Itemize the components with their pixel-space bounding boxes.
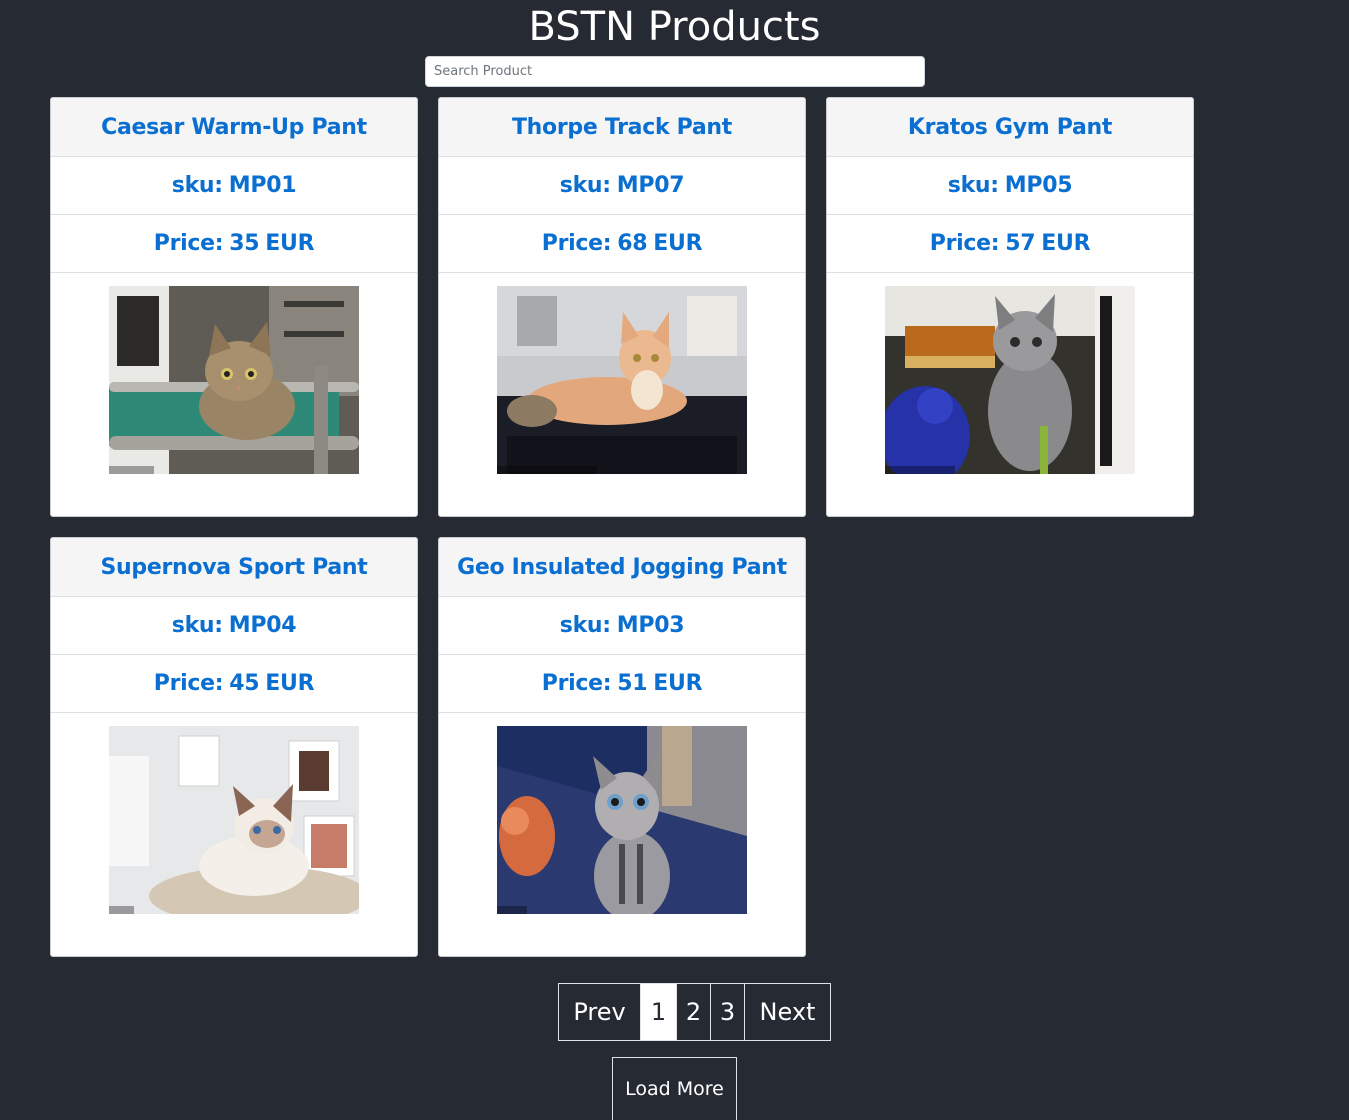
prev-button[interactable]: Prev — [558, 983, 641, 1041]
price-label: Price: — [153, 671, 224, 696]
product-name-row: Thorpe Track Pant — [439, 98, 805, 157]
price-label: Price: — [541, 231, 612, 256]
page-2-button[interactable]: 2 — [676, 983, 711, 1041]
price-label: Price: — [541, 671, 612, 696]
search-input[interactable] — [425, 56, 925, 87]
product-sku-row: sku: MP04 — [51, 597, 417, 655]
product-price: 57 — [1005, 231, 1036, 256]
product-name-row: Kratos Gym Pant — [827, 98, 1193, 157]
product-sku: MP03 — [616, 613, 685, 638]
product-sku-row: sku: MP01 — [51, 157, 417, 215]
product-name-row: Caesar Warm-Up Pant — [51, 98, 417, 157]
load-more-button[interactable]: Load More — [612, 1057, 737, 1120]
next-button[interactable]: Next — [744, 983, 831, 1041]
product-price: 68 — [617, 231, 648, 256]
price-label: Price: — [153, 231, 224, 256]
sku-label: sku: — [947, 173, 999, 198]
product-sku: MP01 — [228, 173, 297, 198]
sku-label: sku: — [559, 173, 611, 198]
product-price-row: Price: 45 EUR — [51, 655, 417, 713]
product-card[interactable]: Geo Insulated Jogging Pant sku: MP03 Pri… — [438, 537, 806, 957]
sku-label: sku: — [559, 613, 611, 638]
page-title: BSTN Products — [528, 4, 821, 50]
currency: EUR — [1041, 231, 1091, 256]
product-name-row: Geo Insulated Jogging Pant — [439, 538, 805, 597]
page-1-button[interactable]: 1 — [640, 983, 677, 1041]
product-name[interactable]: Kratos Gym Pant — [908, 115, 1112, 140]
product-name[interactable]: Geo Insulated Jogging Pant — [457, 555, 787, 580]
product-price-row: Price: 68 EUR — [439, 215, 805, 273]
product-sku: MP04 — [228, 613, 297, 638]
product-image[interactable] — [497, 286, 747, 474]
sku-label: sku: — [171, 173, 223, 198]
product-name[interactable]: Caesar Warm-Up Pant — [101, 115, 367, 140]
product-image[interactable] — [109, 726, 359, 914]
currency: EUR — [653, 231, 703, 256]
currency: EUR — [265, 671, 315, 696]
product-sku: MP07 — [616, 173, 685, 198]
product-name[interactable]: Supernova Sport Pant — [101, 555, 368, 580]
product-price: 35 — [229, 231, 260, 256]
product-image[interactable] — [109, 286, 359, 474]
sku-label: sku: — [171, 613, 223, 638]
product-image[interactable] — [885, 286, 1135, 474]
product-image[interactable] — [497, 726, 747, 914]
price-label: Price: — [929, 231, 1000, 256]
product-card[interactable]: Supernova Sport Pant sku: MP04 Price: 45… — [50, 537, 418, 957]
product-name-row: Supernova Sport Pant — [51, 538, 417, 597]
currency: EUR — [653, 671, 703, 696]
product-price: 45 — [229, 671, 260, 696]
product-card[interactable]: Caesar Warm-Up Pant sku: MP01 Price: 35 … — [50, 97, 418, 517]
pagination: Prev 1 2 3 Next — [558, 983, 831, 1041]
currency: EUR — [265, 231, 315, 256]
product-price: 51 — [617, 671, 648, 696]
product-price-row: Price: 51 EUR — [439, 655, 805, 713]
product-price-row: Price: 35 EUR — [51, 215, 417, 273]
product-sku-row: sku: MP03 — [439, 597, 805, 655]
product-sku: MP05 — [1004, 173, 1073, 198]
page-3-button[interactable]: 3 — [710, 983, 745, 1041]
product-price-row: Price: 57 EUR — [827, 215, 1193, 273]
product-sku-row: sku: MP07 — [439, 157, 805, 215]
product-card[interactable]: Thorpe Track Pant sku: MP07 Price: 68 EU… — [438, 97, 806, 517]
product-name[interactable]: Thorpe Track Pant — [512, 115, 732, 140]
product-card[interactable]: Kratos Gym Pant sku: MP05 Price: 57 EUR — [826, 97, 1194, 517]
product-sku-row: sku: MP05 — [827, 157, 1193, 215]
